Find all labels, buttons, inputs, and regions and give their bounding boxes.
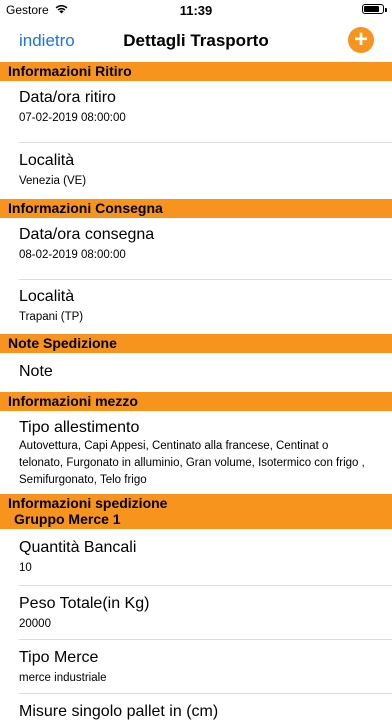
row-notes[interactable]: Note xyxy=(0,353,392,392)
status-bar: Gestore 11:39 xyxy=(0,0,392,20)
row-delivery-location[interactable]: Località Trapani (TP) xyxy=(0,280,392,334)
total-weight-value: 20000 xyxy=(19,618,51,630)
row-delivery-datetime[interactable]: Data/ora consegna 08-02-2019 08:00:00 xyxy=(0,218,392,280)
add-button[interactable]: + xyxy=(348,27,374,53)
section-header-mezzo: Informazioni mezzo xyxy=(0,392,392,411)
row-goods-type[interactable]: Tipo Merce merce industriale xyxy=(0,640,392,694)
row-pallet-quantity[interactable]: Quantità Bancali 10 xyxy=(0,529,392,586)
goods-type-value: merce industriale xyxy=(19,672,107,684)
plus-icon: + xyxy=(353,26,368,53)
delivery-location-value: Trapani (TP) xyxy=(19,311,84,323)
page-title: Dettagli Trasporto xyxy=(123,31,269,50)
status-time: 11:39 xyxy=(179,3,213,18)
delivery-location-label: Località xyxy=(19,288,75,305)
delivery-datetime-label: Data/ora consegna xyxy=(19,226,155,243)
goods-type-label: Tipo Merce xyxy=(19,649,99,666)
pallet-quantity-value: 10 xyxy=(19,562,32,574)
section-subheader-gruppo: Gruppo Merce 1 xyxy=(14,511,121,527)
pickup-location-label: Località xyxy=(19,152,75,169)
section-header-spedizione: Informazioni spedizione Gruppo Merce 1 xyxy=(0,494,392,529)
notes-label: Note xyxy=(19,363,53,380)
pallet-quantity-label: Quantità Bancali xyxy=(19,539,137,556)
row-pallet-size[interactable]: Misure singolo pallet in (cm) xyxy=(0,694,392,724)
row-vehicle-setup[interactable]: Tipo allestimento Autovettura, Capi Appe… xyxy=(0,411,392,494)
section-header-consegna: Informazioni Consegna xyxy=(0,199,392,218)
vehicle-setup-value: Autovettura, Capi Appesi, Centinato alla… xyxy=(19,440,365,486)
battery-icon xyxy=(362,4,387,14)
vehicle-setup-label: Tipo allestimento xyxy=(19,419,140,436)
pickup-datetime-value: 07-02-2019 08:00:00 xyxy=(19,112,126,124)
total-weight-label: Peso Totale(in Kg) xyxy=(19,595,150,612)
pickup-location-value: Venezia (VE) xyxy=(19,175,87,187)
battery-fill xyxy=(364,6,380,12)
row-pickup-location[interactable]: Località Venezia (VE) xyxy=(0,143,392,199)
row-total-weight[interactable]: Peso Totale(in Kg) 20000 xyxy=(0,586,392,640)
delivery-datetime-value: 08-02-2019 08:00:00 xyxy=(19,249,126,261)
section-header-spedizione-title: Informazioni spedizione xyxy=(8,495,168,511)
navigation-bar: indietro Dettagli Trasporto + xyxy=(0,20,392,62)
row-pickup-datetime[interactable]: Data/ora ritiro 07-02-2019 08:00:00 xyxy=(0,81,392,143)
section-header-note: Note Spedizione xyxy=(0,334,392,353)
pallet-size-label: Misure singolo pallet in (cm) xyxy=(19,703,219,720)
pickup-datetime-label: Data/ora ritiro xyxy=(19,89,116,106)
section-header-ritiro: Informazioni Ritiro xyxy=(0,62,392,81)
